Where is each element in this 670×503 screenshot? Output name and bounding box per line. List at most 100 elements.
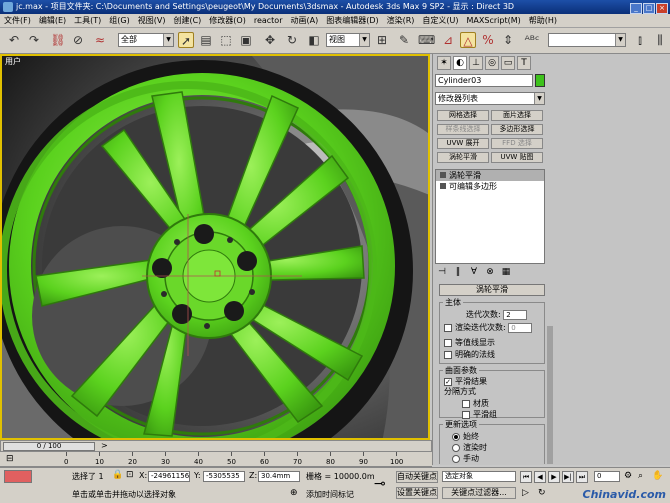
pin-stack-icon[interactable]: ⊣ — [435, 267, 449, 279]
menu-modifiers[interactable]: 修改器(O) — [205, 14, 250, 27]
configure-modifier-sets-icon[interactable]: ▦ — [499, 267, 513, 279]
select-object-icon[interactable]: ➚ — [178, 32, 194, 48]
snap-toggle-icon[interactable]: ⊿ — [440, 32, 456, 48]
select-and-scale-icon[interactable]: ◧ — [306, 32, 322, 48]
align-icon[interactable]: ⫼ — [652, 32, 668, 48]
create-tab-icon[interactable]: ✶ — [437, 56, 451, 70]
motion-tab-icon[interactable]: ◎ — [485, 56, 499, 70]
add-time-tag[interactable]: 添加时间标记 — [306, 489, 354, 500]
time-tag-icon[interactable]: ⊕ — [290, 488, 298, 498]
next-frame-icon[interactable]: ▶| — [562, 471, 574, 483]
uvw-map-button[interactable]: UVW 贴图 — [491, 152, 543, 163]
z-coord-field[interactable]: 30.4mm — [258, 471, 300, 482]
key-selection-dropdown[interactable]: 选定对象 — [442, 471, 516, 482]
reference-coord-dropdown[interactable]: 视图 ▼ — [326, 33, 370, 47]
absolute-mode-icon[interactable]: ⊡ — [126, 470, 134, 480]
menu-create[interactable]: 创建(C) — [169, 14, 205, 27]
viewport-label[interactable]: 用户 — [5, 56, 21, 67]
select-and-link-icon[interactable]: ⛓ — [50, 32, 66, 48]
time-slider[interactable]: 0 / 100 — [3, 442, 95, 451]
undo-icon[interactable]: ↶ — [6, 32, 22, 48]
pivot-center-icon[interactable]: ⊞ — [374, 32, 390, 48]
select-and-move-icon[interactable]: ✥ — [262, 32, 278, 48]
maximize-button[interactable]: □ — [643, 3, 655, 14]
x-coord-field[interactable]: -24961156 — [148, 471, 190, 482]
menu-customize[interactable]: 自定义(U) — [418, 14, 462, 27]
hierarchy-tab-icon[interactable]: ⊥ — [469, 56, 483, 70]
when-rendering-radio[interactable] — [452, 443, 460, 452]
key-icon[interactable]: ⊸ — [374, 476, 386, 492]
mirror-icon[interactable]: ⫾ — [632, 32, 648, 48]
angle-snap-icon[interactable]: △ — [460, 32, 476, 48]
bind-space-warp-icon[interactable]: ≈ — [92, 32, 108, 48]
redo-icon[interactable]: ↷ — [26, 32, 42, 48]
menu-help[interactable]: 帮助(H) — [525, 14, 561, 27]
utilities-tab-icon[interactable]: T — [517, 56, 531, 70]
unlink-icon[interactable]: ⊘ — [70, 32, 86, 48]
unwrap-uvw-button[interactable]: UVW 展开 — [437, 138, 489, 149]
expand-icon[interactable] — [440, 183, 446, 189]
menu-tools[interactable]: 工具(T) — [70, 14, 105, 27]
window-crossing-icon[interactable]: ▣ — [238, 32, 254, 48]
selection-filter-dropdown[interactable]: 全部 ▼ — [118, 33, 174, 47]
edit-named-selection-icon[interactable]: ᴬᴮᶜ — [524, 32, 540, 48]
manually-radio[interactable] — [452, 454, 460, 463]
smooth-result-checkbox[interactable]: ✓ — [444, 377, 452, 386]
menu-edit[interactable]: 编辑(E) — [35, 14, 70, 27]
render-iters-checkbox[interactable] — [444, 323, 452, 332]
keyboard-shortcut-icon[interactable]: ⌨ — [418, 32, 435, 48]
close-button[interactable]: × — [656, 3, 668, 14]
iterations-spinner[interactable]: 2 — [503, 309, 528, 320]
track-bar[interactable]: ⊟ 0 10 20 30 40 50 60 70 80 90 100 — [0, 452, 432, 467]
play-icon[interactable]: ▶ — [548, 471, 560, 483]
menu-group[interactable]: 组(G) — [105, 14, 133, 27]
isoline-checkbox[interactable] — [444, 338, 452, 347]
always-radio[interactable] — [452, 432, 460, 441]
maxscript-listener-field[interactable] — [4, 470, 32, 483]
zoom-icon[interactable]: ⌕ — [638, 471, 643, 481]
menu-file[interactable]: 文件(F) — [0, 14, 35, 27]
pan-icon[interactable]: ✋ — [652, 471, 663, 481]
explicit-normals-checkbox[interactable] — [444, 350, 452, 359]
menu-reactor[interactable]: reactor — [250, 14, 287, 27]
modifier-list-dropdown[interactable]: 修改器列表 ▼ — [435, 92, 545, 105]
spinner-snap-icon[interactable]: ⇕ — [500, 32, 516, 48]
render-iters-spinner[interactable]: 0 — [508, 322, 533, 333]
mesh-select-button[interactable]: 网格选择 — [437, 110, 489, 121]
select-and-manipulate-icon[interactable]: ✎ — [396, 32, 412, 48]
percent-snap-icon[interactable]: % — [480, 32, 496, 48]
orbit-icon[interactable]: ↻ — [538, 488, 546, 498]
menu-rendering[interactable]: 渲染(R) — [383, 14, 419, 27]
bulb-icon[interactable] — [440, 172, 446, 178]
command-panel-scrollbar[interactable] — [547, 326, 553, 464]
display-tab-icon[interactable]: ▭ — [501, 56, 515, 70]
perspective-viewport[interactable]: 用户 — [0, 54, 430, 440]
remove-modifier-icon[interactable]: ⊗ — [483, 267, 497, 279]
menu-animation[interactable]: 动画(A) — [286, 14, 322, 27]
minimize-button[interactable]: _ — [630, 3, 642, 14]
go-to-start-icon[interactable]: ⏮ — [520, 471, 532, 483]
stack-item-editable-poly[interactable]: 可编辑多边形 — [436, 181, 544, 192]
object-name-field[interactable]: Cylinder03 — [435, 74, 533, 87]
stack-item-turbosmooth[interactable]: 涡轮平滑 — [436, 170, 544, 181]
modify-tab-icon[interactable]: ◐ — [453, 56, 467, 70]
turbosmooth-button[interactable]: 涡轮平滑 — [437, 152, 489, 163]
select-and-rotate-icon[interactable]: ↻ — [284, 32, 300, 48]
select-by-name-icon[interactable]: ▤ — [198, 32, 214, 48]
y-coord-field[interactable]: -5305535 — [203, 471, 245, 482]
previous-frame-icon[interactable]: ◀ — [534, 471, 546, 483]
turbosmooth-rollout-header[interactable]: 涡轮平滑 — [439, 284, 545, 296]
spline-select-button[interactable]: 样条线选择 — [437, 124, 489, 135]
object-color-swatch[interactable] — [535, 74, 545, 87]
smoothing-groups-checkbox[interactable] — [462, 410, 470, 419]
go-to-end-icon[interactable]: ⏭ — [576, 471, 588, 483]
menu-maxscript[interactable]: MAXScript(M) — [463, 14, 525, 27]
key-filters-button[interactable]: 关键点过滤器... — [442, 487, 516, 499]
menu-graph-editors[interactable]: 图表编辑器(D) — [322, 14, 382, 27]
set-key-button[interactable]: 设置关键点 — [396, 487, 438, 499]
make-unique-icon[interactable]: ∀ — [467, 267, 481, 279]
named-selection-dropdown[interactable]: ▼ — [548, 33, 626, 47]
rectangular-selection-icon[interactable]: ⬚ — [218, 32, 234, 48]
current-frame-field[interactable]: 0 — [594, 471, 620, 482]
mini-curve-editor-icon[interactable]: ⊟ — [6, 454, 14, 464]
